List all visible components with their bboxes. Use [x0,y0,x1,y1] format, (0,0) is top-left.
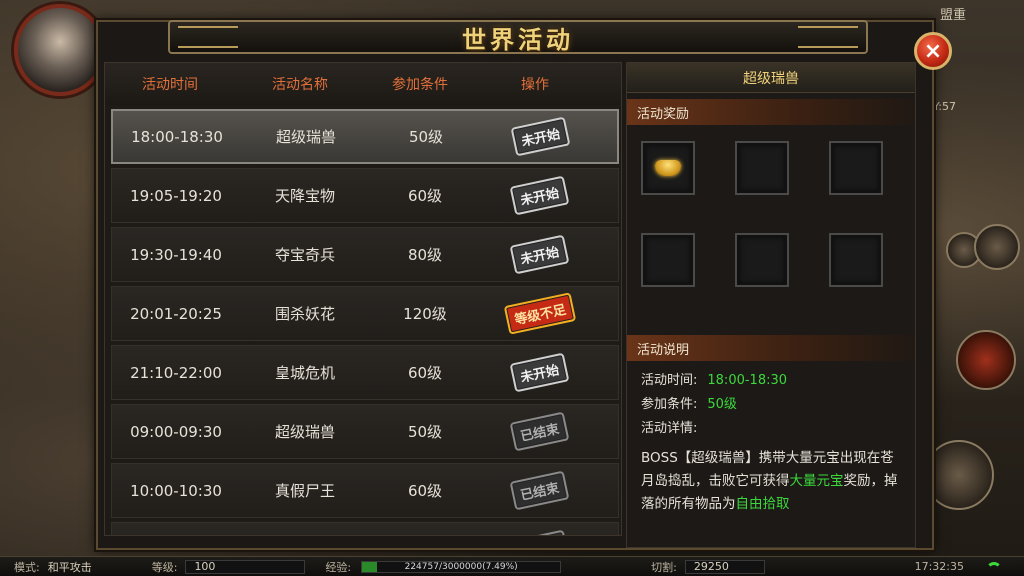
close-icon: × [923,38,943,64]
activity-action[interactable]: 已结束 [480,470,600,511]
activity-level: 50级 [407,423,443,441]
activity-level: 80级 [407,246,443,264]
header-time: 活动时间 [142,77,198,93]
gold-ingot-icon [655,160,681,176]
status-stamp: 未开始 [510,234,570,275]
activity-name: 围杀妖花 [274,305,335,323]
activity-name: 真假尸王 [274,482,335,500]
activity-row[interactable]: 10:00-10:30 真假尸王 60级 已结束 [111,463,619,518]
activity-rows: 18:00-18:30 超级瑞兽 50级 未开始 19:05-19:20 天降宝物 60级未… [111,109,619,535]
activity-action[interactable]: 等级不足 [480,292,600,335]
header-condition: 参加条件 [392,77,448,93]
description-header: 活动说明 [627,335,915,361]
activity-row[interactable]: 11:00-11:30超级瑞兽50级已结束 [111,522,619,535]
status-stamp: 未开始 [510,175,570,216]
status-stamp: 未开始 [511,116,571,157]
activity-level: 60级 [407,482,443,500]
title-bar: 世界活动 [168,20,868,54]
activity-row[interactable]: 21:10-22:00 皇城危机 60级 未开始 [111,345,619,400]
activity-name: 皇城危机 [274,364,335,382]
status-stamp: 已结束 [510,470,570,511]
level-value: 100 [185,559,306,574]
list-header: 活动时间 活动名称 参加条件 操作 [105,63,621,105]
title-ornament-left [178,26,238,48]
reward-grid [627,125,915,295]
header-action: 操作 [521,77,549,93]
activity-row[interactable]: 20:01-20:25 围杀妖花 120级 等级不足 [111,286,619,341]
activity-time: 18:00-18:30 [131,127,223,146]
activity-action[interactable]: 未开始 [480,175,600,216]
world-activity-panel: 世界活动 × 活动时间 活动名称 参加条件 操作 18:00-18:30 超级瑞兽… [96,20,952,550]
activity-level: 50级 [408,128,444,146]
title-ornament-right [798,26,858,48]
panel-title: 世界活动 [462,24,574,54]
condition-label: 参加条件: [641,397,698,412]
level-label: 等级: [151,560,178,574]
reward-slot[interactable] [641,233,695,287]
reward-slot[interactable] [735,141,789,195]
activity-action[interactable]: 已结束 [480,411,600,452]
mode-label: 模式: [14,560,40,574]
activity-time: 09:00-09:30 [130,422,222,441]
activity-row[interactable]: 18:00-18:30 超级瑞兽 50级 未开始 [111,109,619,164]
activity-time: 19:30-19:40 [130,245,222,264]
activity-action[interactable]: 未开始 [481,116,601,157]
activity-level: 60级 [407,187,443,205]
reward-slot[interactable] [735,233,789,287]
activity-time: 10:00-10:30 [130,481,222,500]
status-stamp: 已结束 [510,411,570,452]
condition-value: 50级 [707,397,737,412]
description-highlight-reward: 大量元宝 [789,473,844,489]
description-body: 活动时间: 18:00-18:30 参加条件: 50级 活动详情: BOSS【超级瑞… [627,361,915,516]
reward-slot[interactable] [829,233,883,287]
activity-action[interactable]: 已结束 [510,529,570,535]
description-text: BOSS【超级瑞兽】携带大量元宝出现在苍月岛捣乱，击败它可获得大量元宝奖励，掉落… [641,447,901,516]
cut-label: 切割: [651,560,677,574]
activity-name: 夺宝奇兵 [274,246,335,264]
attack-skill-icon[interactable] [956,330,1016,390]
compass-icon[interactable] [974,224,1020,270]
map-name-label: 盟重 [939,8,966,23]
activity-row[interactable]: 19:30-19:40 夺宝奇兵 80级 未开始 [111,227,619,282]
time-value: 18:00-18:30 [707,373,788,388]
detail-label: 活动详情: [641,421,698,436]
exp-value: 224757/3000000(7.49%) [404,561,518,572]
exp-label: 经验: [325,560,352,574]
activity-list: 活动时间 活动名称 参加条件 操作 18:00-18:30 超级瑞兽 50级 未开始 1… [104,62,622,536]
status-stamp: 等级不足 [503,292,577,335]
activity-action[interactable]: 未开始 [480,234,600,275]
clock: 17:32:35 [914,560,964,573]
activity-name: 超级瑞兽 [274,423,335,441]
wifi-icon [986,562,1002,572]
close-button[interactable]: × [914,32,952,70]
time-label: 活动时间: [641,373,698,388]
activity-level: 60级 [407,364,443,382]
status-bar: 模式: 和平攻击 等级: 100 经验: 224757/3000000(7.49… [0,556,1024,576]
exp-bar: 224757/3000000(7.49%) [361,560,562,573]
activity-row[interactable]: 09:00-09:30 超级瑞兽 50级 已结束 [111,404,619,459]
activity-time: 20:01-20:25 [130,304,222,323]
activity-detail: 超级瑞兽 活动奖励 活动说明 活动时间: 18:00-18:30 参加条件: 50级… [626,62,916,548]
reward-header: 活动奖励 [627,99,915,125]
status-stamp: 已结束 [510,529,570,535]
reward-slot[interactable] [641,141,695,195]
status-stamp: 未开始 [510,352,570,393]
detail-title: 超级瑞兽 [627,63,915,93]
reward-slot[interactable] [829,141,883,195]
activity-name: 超级瑞兽 [275,128,336,146]
activity-time: 19:05-19:20 [130,186,222,205]
activity-action[interactable]: 未开始 [480,352,600,393]
header-name: 活动名称 [272,77,328,93]
activity-time: 21:10-22:00 [130,363,222,382]
description-highlight-loot: 自由拾取 [735,496,790,512]
player-avatar[interactable] [14,4,106,96]
mode-value[interactable]: 和平攻击 [48,559,92,575]
cut-value: 29250 [684,559,765,574]
activity-row[interactable]: 19:05-19:20 天降宝物 60级 未开始 [111,168,619,223]
activity-level: 120级 [403,305,447,323]
activity-name: 天降宝物 [274,187,335,205]
main-attack-icon[interactable] [924,440,994,510]
